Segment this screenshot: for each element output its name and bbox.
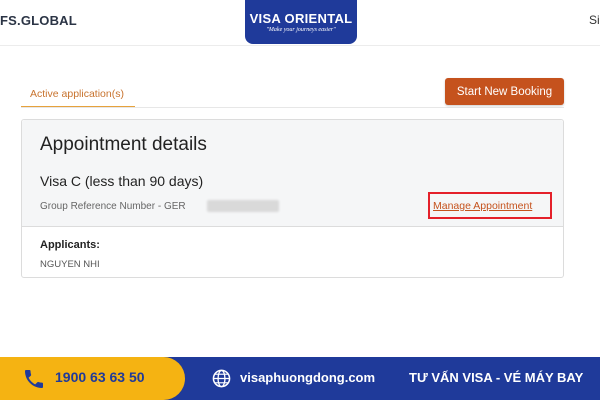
appointment-summary: Appointment details Visa C (less than 90…: [22, 120, 563, 227]
brand-name: VISA ORIENTAL: [249, 11, 353, 26]
group-reference-number: Group Reference Number - GER: [40, 201, 186, 212]
applicants-label: Applicants:: [40, 239, 100, 251]
manage-appointment-link[interactable]: Manage Appointment: [433, 200, 532, 212]
tab-divider: [21, 107, 564, 108]
start-new-booking-button[interactable]: Start New Booking: [445, 78, 564, 105]
phone-section: 1900 63 63 50: [0, 357, 185, 400]
slogan-text: TƯ VẤN VISA - VÉ MÁY BAY: [409, 370, 584, 385]
globe-icon: [212, 369, 231, 388]
manage-appointment-highlight: Manage Appointment: [428, 192, 552, 219]
visa-type: Visa C (less than 90 days): [40, 173, 204, 189]
sign-in-link[interactable]: Sign in: [589, 13, 600, 27]
applicant-name: NGUYEN NHI: [40, 259, 100, 270]
website-text: visaphuongdong.com: [240, 370, 376, 385]
tab-active-applications[interactable]: Active application(s): [21, 82, 135, 108]
tab-label: Active application(s): [30, 88, 124, 100]
appointment-card: Appointment details Visa C (less than 90…: [21, 119, 564, 278]
promo-banner: 1900 63 63 50 visaphuongdong.com TƯ VẤN …: [0, 357, 600, 400]
appointment-title: Appointment details: [40, 134, 207, 155]
phone-icon: [25, 370, 43, 388]
top-header: FS.GLOBAL VISA ORIENTAL "Make your journ…: [0, 0, 600, 46]
visa-oriental-badge: VISA ORIENTAL "Make your journeys easier…: [245, 0, 357, 44]
phone-number: 1900 63 63 50: [55, 369, 145, 385]
redacted-reference: [207, 200, 279, 212]
brand-tagline: "Make your journeys easier": [266, 27, 336, 33]
vfs-global-logo[interactable]: FS.GLOBAL: [0, 13, 77, 28]
